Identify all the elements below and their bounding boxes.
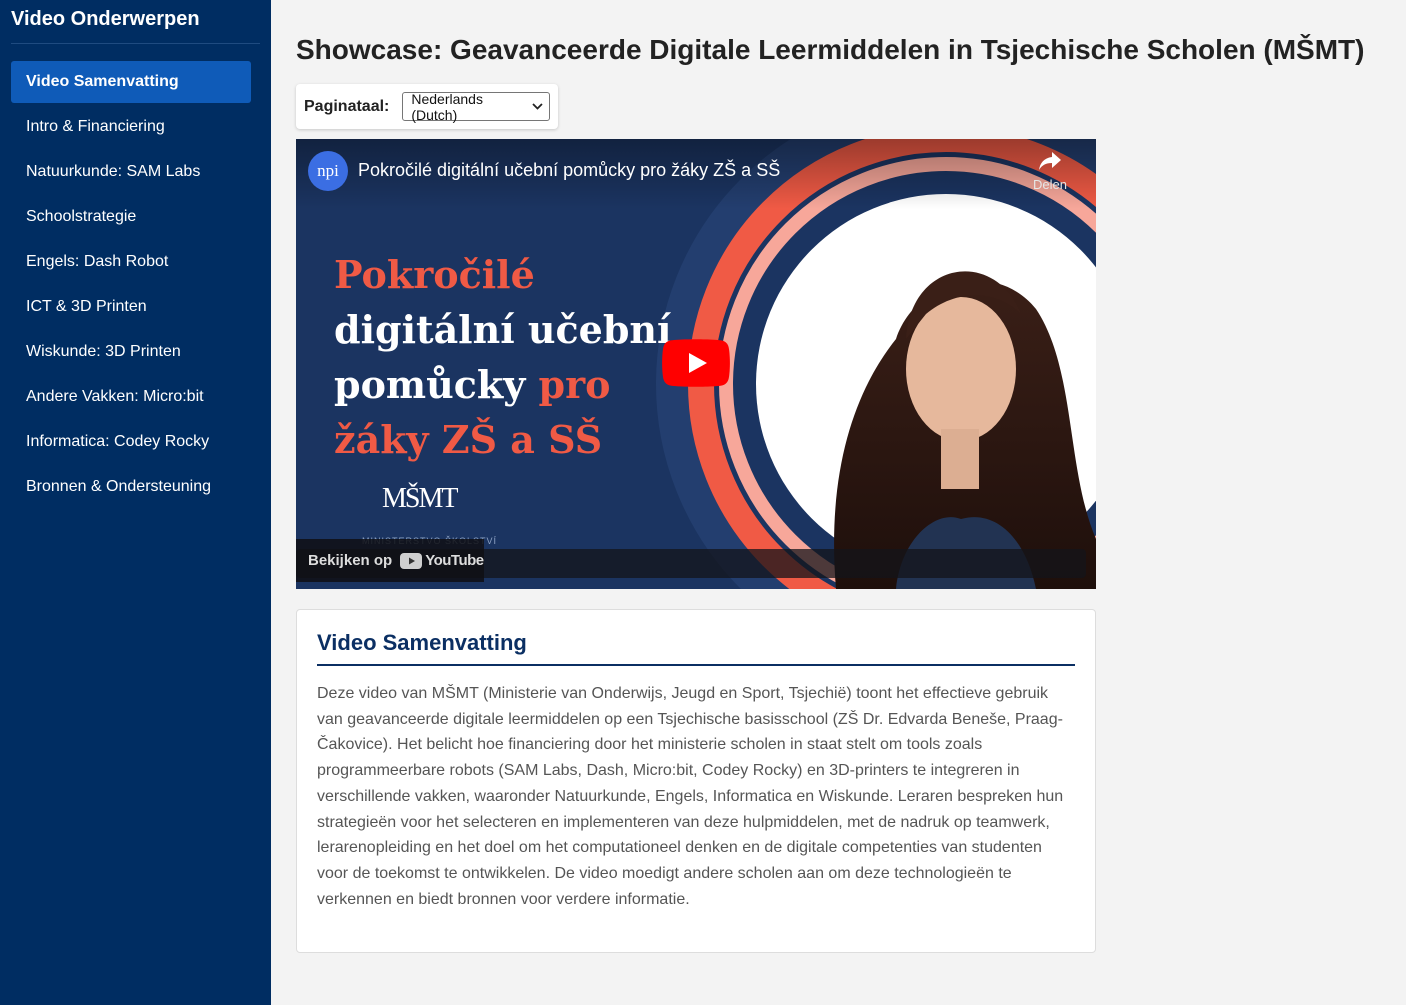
sidebar-item-wiskunde-3d-printen[interactable]: Wiskunde: 3D Printen (11, 331, 251, 373)
thumbnail-line-4: žáky ZŠ a SŠ (334, 417, 603, 462)
thumbnail-line-2: digitální učební (334, 307, 672, 352)
sidebar-item-intro-financiering[interactable]: Intro & Financiering (11, 106, 251, 148)
sidebar-item-andere-vakken-microbit[interactable]: Andere Vakken: Micro:bit (11, 376, 251, 418)
thumbnail-line-3b: pro (538, 362, 611, 407)
thumbnail-line-3a: pomůcky (334, 362, 526, 407)
msmt-logo: MŠMT (382, 483, 458, 514)
play-icon[interactable] (662, 339, 730, 387)
youtube-wordmark: YouTube (425, 552, 484, 569)
summary-text: Deze video van MŠMT (Ministerie van Onde… (317, 685, 1064, 908)
language-selector-box: Paginataal: Nederlands (Dutch) (296, 84, 558, 129)
channel-avatar[interactable]: npi (308, 151, 348, 191)
language-select-value: Nederlands (Dutch) (411, 90, 483, 123)
sidebar-item-video-samenvatting[interactable]: Video Samenvatting (11, 61, 251, 103)
language-label: Paginataal: (304, 97, 390, 115)
watch-on-youtube-button[interactable]: Bekijken op YouTube (296, 539, 484, 582)
youtube-logo: YouTube (400, 552, 484, 569)
language-select[interactable]: Nederlands (Dutch) (402, 90, 551, 123)
share-button[interactable]: Delen (1030, 151, 1070, 192)
page-title: Showcase: Geavanceerde Digitale Leermidd… (296, 34, 1365, 65)
chevron-down-icon (532, 103, 543, 110)
youtube-icon (400, 552, 423, 569)
sidebar-title: Video Onderwerpen (11, 8, 260, 44)
summary-card: Video Samenvatting Deze video van MŠMT (… (296, 609, 1096, 953)
sidebar-item-natuurkunde-sam-labs[interactable]: Natuurkunde: SAM Labs (11, 151, 251, 193)
thumbnail-line-3: pomůcky pro (334, 357, 672, 412)
sidebar-item-ict-3d-printen[interactable]: ICT & 3D Printen (11, 286, 251, 328)
sidebar-item-informatica-codey-rocky[interactable]: Informatica: Codey Rocky (11, 421, 251, 463)
sidebar: Video Onderwerpen Video Samenvatting Int… (0, 0, 271, 1005)
video-player[interactable]: npi Pokročilé digitální učební pomůcky p… (296, 139, 1096, 589)
sidebar-item-bronnen-ondersteuning[interactable]: Bronnen & Ondersteuning (11, 466, 251, 508)
watch-on-label: Bekijken op (308, 552, 393, 569)
thumbnail-title: Pokročilé digitální učební pomůcky pro ž… (334, 247, 672, 467)
sidebar-nav: Video Samenvatting Intro & Financiering … (11, 61, 251, 511)
share-label: Delen (1033, 177, 1067, 192)
share-icon (1039, 152, 1061, 170)
sidebar-item-engels-dash-robot[interactable]: Engels: Dash Robot (11, 241, 251, 283)
sidebar-item-schoolstrategie[interactable]: Schoolstrategie (11, 196, 251, 238)
thumbnail-line-1: Pokročilé (334, 252, 535, 297)
summary-heading: Video Samenvatting (317, 630, 1075, 666)
video-title-link[interactable]: Pokročilé digitální učební pomůcky pro ž… (358, 160, 780, 181)
